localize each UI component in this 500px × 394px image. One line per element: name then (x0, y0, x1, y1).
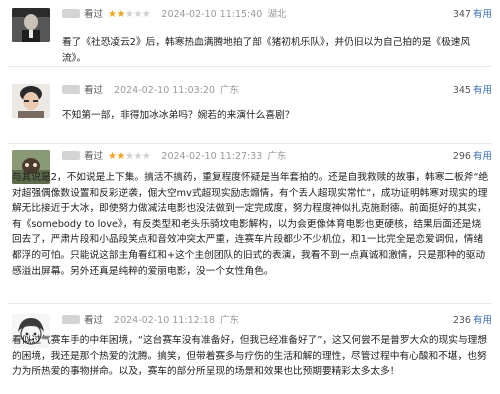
useful-count: 345 (452, 85, 471, 96)
star-rating: ★★★★★ (108, 8, 151, 22)
review-location: 广东 (219, 85, 239, 96)
useful-vote[interactable]: 296 有用 (453, 150, 492, 164)
review-time: 2024-02-10 11:03:20 (114, 85, 215, 96)
watch-status: 看过 (84, 85, 104, 96)
review-time: 2024-02-10 11:15:40 (161, 9, 263, 20)
username-redacted[interactable] (62, 85, 80, 94)
review-item: 看过 ★★★★★ 2024-02-10 11:15:40 湖北 347 有用 看了… (0, 0, 500, 66)
star-filled-icon: ★ (116, 9, 126, 20)
username-redacted[interactable] (62, 315, 80, 324)
star-filled-icon: ★ (108, 151, 117, 162)
review-item: 看过 ★★★★★ 2024-02-10 11:27:33 广东 296 有用 与其… (0, 144, 500, 303)
star-filled-icon: ★ (116, 151, 126, 162)
useful-button[interactable]: 有用 (473, 85, 492, 96)
star-empty-icon: ★ (133, 151, 142, 162)
star-empty-icon: ★ (133, 9, 142, 20)
review-meta: 看过 ★★★★★ 2024-02-10 11:27:33 广东 (62, 150, 286, 164)
review-item: 看过 2024-02-10 11:03:20 广东 345 有用 不知第一部，非得… (0, 67, 500, 143)
useful-button[interactable]: 有用 (473, 9, 492, 20)
avatar-image (12, 84, 50, 118)
watch-status: 看过 (84, 315, 104, 326)
review-item: 看过 2024-02-10 11:12:18 广东 236 有用 看似过气赛车手的… (0, 304, 500, 394)
watch-status: 看过 (84, 9, 104, 20)
star-rating: ★★★★★ (108, 150, 151, 164)
useful-count: 236 (452, 315, 471, 326)
review-location: 广东 (219, 315, 239, 326)
review-text: 看了《社恐凌云2》后，韩寒热血满腾地拍了部《猪初机乐队》，并仍旧以为自己拍的是《… (62, 37, 471, 64)
review-text: 不知第一部，非得加冰冰弟吗？婉若的来演什么喜剧？ (62, 110, 295, 121)
useful-button[interactable]: 有用 (473, 315, 492, 326)
useful-button[interactable]: 有用 (473, 151, 492, 162)
star-filled-icon: ★ (108, 9, 117, 20)
review-time: 2024-02-10 11:27:33 (161, 151, 263, 162)
useful-count: 347 (452, 9, 471, 20)
watch-status: 看过 (84, 151, 104, 162)
review-time: 2024-02-10 11:12:18 (114, 315, 215, 326)
review-location: 湖北 (267, 9, 287, 20)
review-text: 与其说是2，不如说是上下集。搞活不搞药，重复程度怀疑是当年套拍的。还是自我救赎的… (12, 172, 489, 277)
review-meta: 看过 2024-02-10 11:12:18 广东 (62, 314, 239, 328)
username-redacted[interactable] (62, 151, 80, 160)
useful-vote[interactable]: 345 有用 (453, 84, 492, 98)
review-text: 看似过气赛车手的中年困境，“这台赛车没有准备好，但我已经准备好了”，这又何尝不是… (12, 335, 488, 378)
useful-vote[interactable]: 347 有用 (453, 8, 492, 22)
star-empty-icon: ★ (141, 151, 151, 162)
review-meta: 看过 2024-02-10 11:03:20 广东 (62, 84, 239, 98)
useful-count: 296 (452, 151, 471, 162)
review-location: 广东 (267, 151, 287, 162)
avatar[interactable] (12, 8, 50, 42)
username-redacted[interactable] (62, 9, 80, 18)
review-meta: 看过 ★★★★★ 2024-02-10 11:15:40 湖北 (62, 8, 286, 22)
useful-vote[interactable]: 236 有用 (453, 314, 492, 328)
star-empty-icon: ★ (141, 9, 151, 20)
avatar-image (12, 8, 50, 42)
avatar[interactable] (12, 84, 50, 118)
